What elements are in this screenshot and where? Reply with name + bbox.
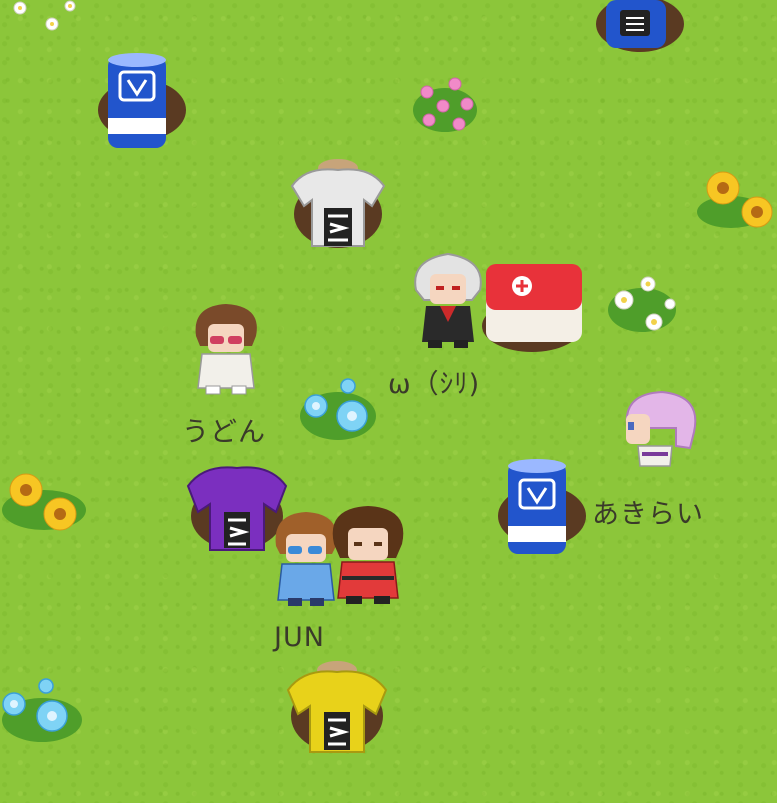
player-name-label: ω（ｼﾘ)	[388, 369, 481, 400]
player-name-label: JUN	[274, 622, 325, 653]
pink-flowers	[405, 70, 485, 140]
medkit-item[interactable]	[478, 258, 586, 354]
white-flowers-right	[602, 270, 682, 340]
yellow-armor-post[interactable]	[284, 656, 390, 758]
player-character-akirai[interactable]	[618, 388, 702, 472]
blue-flowers-center	[296, 372, 381, 444]
player-character-udon[interactable]	[188, 302, 264, 398]
sunflowers-left	[0, 466, 90, 542]
sunflowers-right	[695, 168, 777, 240]
blue-flowers-bottom-left	[0, 676, 85, 748]
game-field[interactable]: ω（ｼﾘ) うどん あきらい JUN	[0, 0, 777, 803]
player-character-shiri[interactable]	[410, 250, 486, 352]
blue-post-top-left[interactable]	[96, 50, 188, 156]
white-flowers-top-left	[2, 0, 82, 40]
npc-character-red-outfit[interactable]	[326, 502, 410, 608]
player-name-label: うどん	[182, 417, 266, 448]
blue-post-top-right[interactable]	[594, 0, 686, 58]
blue-post-right[interactable]	[496, 456, 588, 562]
player-name-label: あきらい	[592, 499, 704, 530]
white-armor-post[interactable]	[286, 156, 390, 256]
